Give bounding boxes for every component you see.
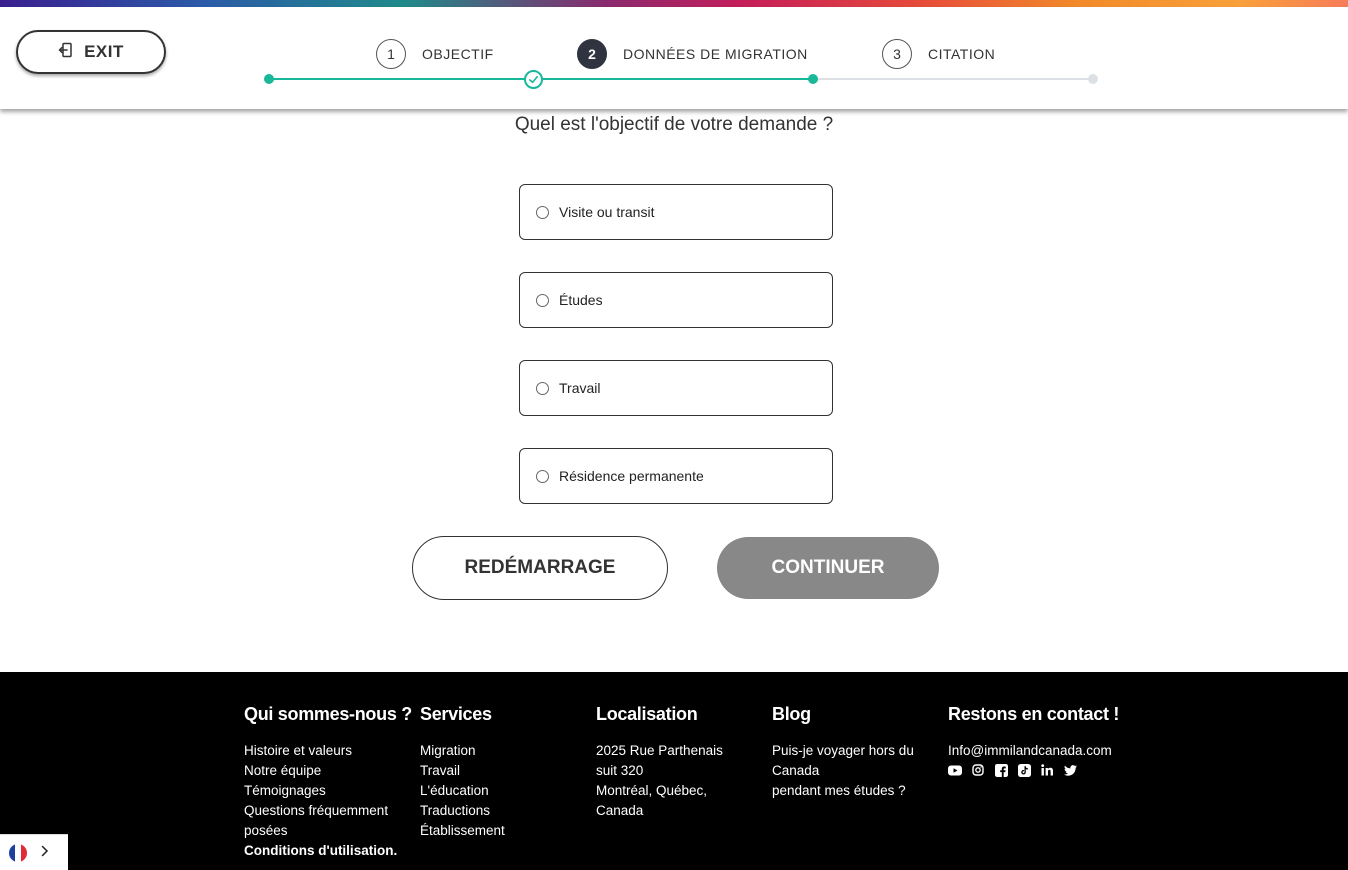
footer-services-heading: Services [420,704,492,724]
footer-link-equipe[interactable]: Notre équipe [244,761,414,781]
footer-services-column: Services Migration Travail L'éducation T… [420,704,590,841]
check-icon [524,70,543,89]
footer-link-histoire[interactable]: Histoire et valeurs [244,741,414,761]
footer-address-line: suit 320 [596,763,644,778]
chevron-right-icon [41,844,49,862]
youtube-icon[interactable] [948,763,962,777]
footer-location-column: Localisation 2025 Rue Parthenais suit 32… [596,704,766,821]
france-flag-icon [9,843,27,862]
footer-link-etablissement[interactable]: Établissement [420,821,590,841]
option-travail[interactable]: Travail [519,360,833,416]
footer-link-education[interactable]: L'éducation [420,781,590,801]
header: EXIT 1 OBJECTIF 2 DONNÉES DE MIGRATION 3… [0,7,1348,109]
step-citation: 3 CITATION [882,39,995,69]
option-label: Résidence permanente [559,468,704,484]
footer-about-column: Qui sommes-nous ? Histoire et valeurs No… [244,704,414,861]
footer-address-line: 2025 Rue Parthenais [596,743,723,758]
radio-button[interactable] [536,293,549,307]
exit-label: EXIT [84,42,124,61]
footer: Qui sommes-nous ? Histoire et valeurs No… [0,672,1348,870]
language-switcher[interactable] [0,834,68,870]
instagram-icon[interactable] [971,763,985,777]
progress-current-dot [808,74,818,84]
radio-button[interactable] [536,381,549,395]
footer-blog-column: Blog Puis-je voyager hors du Canada pend… [772,704,942,801]
continue-button[interactable]: CONTINUER [717,537,939,599]
footer-blog-post-link[interactable]: Puis-je voyager hors du [772,741,942,761]
step-number: 2 [577,39,607,69]
footer-about-heading: Qui sommes-nous ? [244,704,412,724]
footer-link-migration[interactable]: Migration [420,741,590,761]
progress-start-dot [264,74,274,84]
tiktok-icon[interactable] [1017,763,1031,777]
footer-blog-post-link[interactable]: pendant mes études ? [772,781,942,801]
option-label: Travail [559,380,601,396]
footer-location-heading: Localisation [596,704,698,724]
footer-blog-heading: Blog [772,704,811,724]
footer-link-conditions[interactable]: Conditions d'utilisation. [244,841,414,861]
social-icons [948,763,1148,777]
restart-button[interactable]: REDÉMARRAGE [412,536,668,600]
footer-address-line: Montréal, Québec, [596,783,708,798]
footer-contact-column: Restons en contact ! Info@immilandcanada… [948,704,1148,777]
footer-blog-post-link[interactable]: Canada [772,761,942,781]
footer-link-faq-cont[interactable]: posées [244,821,414,841]
exit-icon [58,42,74,63]
radio-button[interactable] [536,205,549,219]
twitter-icon[interactable] [1063,763,1077,777]
step-label: OBJECTIF [422,46,494,62]
option-residence-permanente[interactable]: Résidence permanente [519,448,833,504]
footer-address-line: Canada [596,803,644,818]
option-visite-transit[interactable]: Visite ou transit [519,184,833,240]
step-label: CITATION [928,46,996,62]
linkedin-icon[interactable] [1040,763,1054,777]
top-gradient-bar [0,0,1348,7]
footer-contact-heading: Restons en contact ! [948,704,1120,724]
option-etudes[interactable]: Études [519,272,833,328]
exit-button[interactable]: EXIT [16,30,166,74]
step-number: 1 [376,39,406,69]
progress-end-dot [1088,74,1098,84]
option-label: Visite ou transit [559,204,655,220]
footer-link-faq[interactable]: Questions fréquemment [244,801,414,821]
step-label: DONNÉES DE MIGRATION [623,46,808,62]
footer-link-travail[interactable]: Travail [420,761,590,781]
question-title: Quel est l'objectif de votre demande ? [514,114,834,135]
footer-link-temoignages[interactable]: Témoignages [244,781,414,801]
step-objectif: 1 OBJECTIF [376,39,494,69]
footer-link-traductions[interactable]: Traductions [420,801,590,821]
footer-email-link[interactable]: Info@immilandcanada.com [948,741,1148,761]
step-number: 3 [882,39,912,69]
radio-button[interactable] [536,469,549,483]
step-donnees-migration: 2 DONNÉES DE MIGRATION [577,39,808,69]
facebook-icon[interactable] [994,763,1008,777]
option-label: Études [559,292,603,308]
